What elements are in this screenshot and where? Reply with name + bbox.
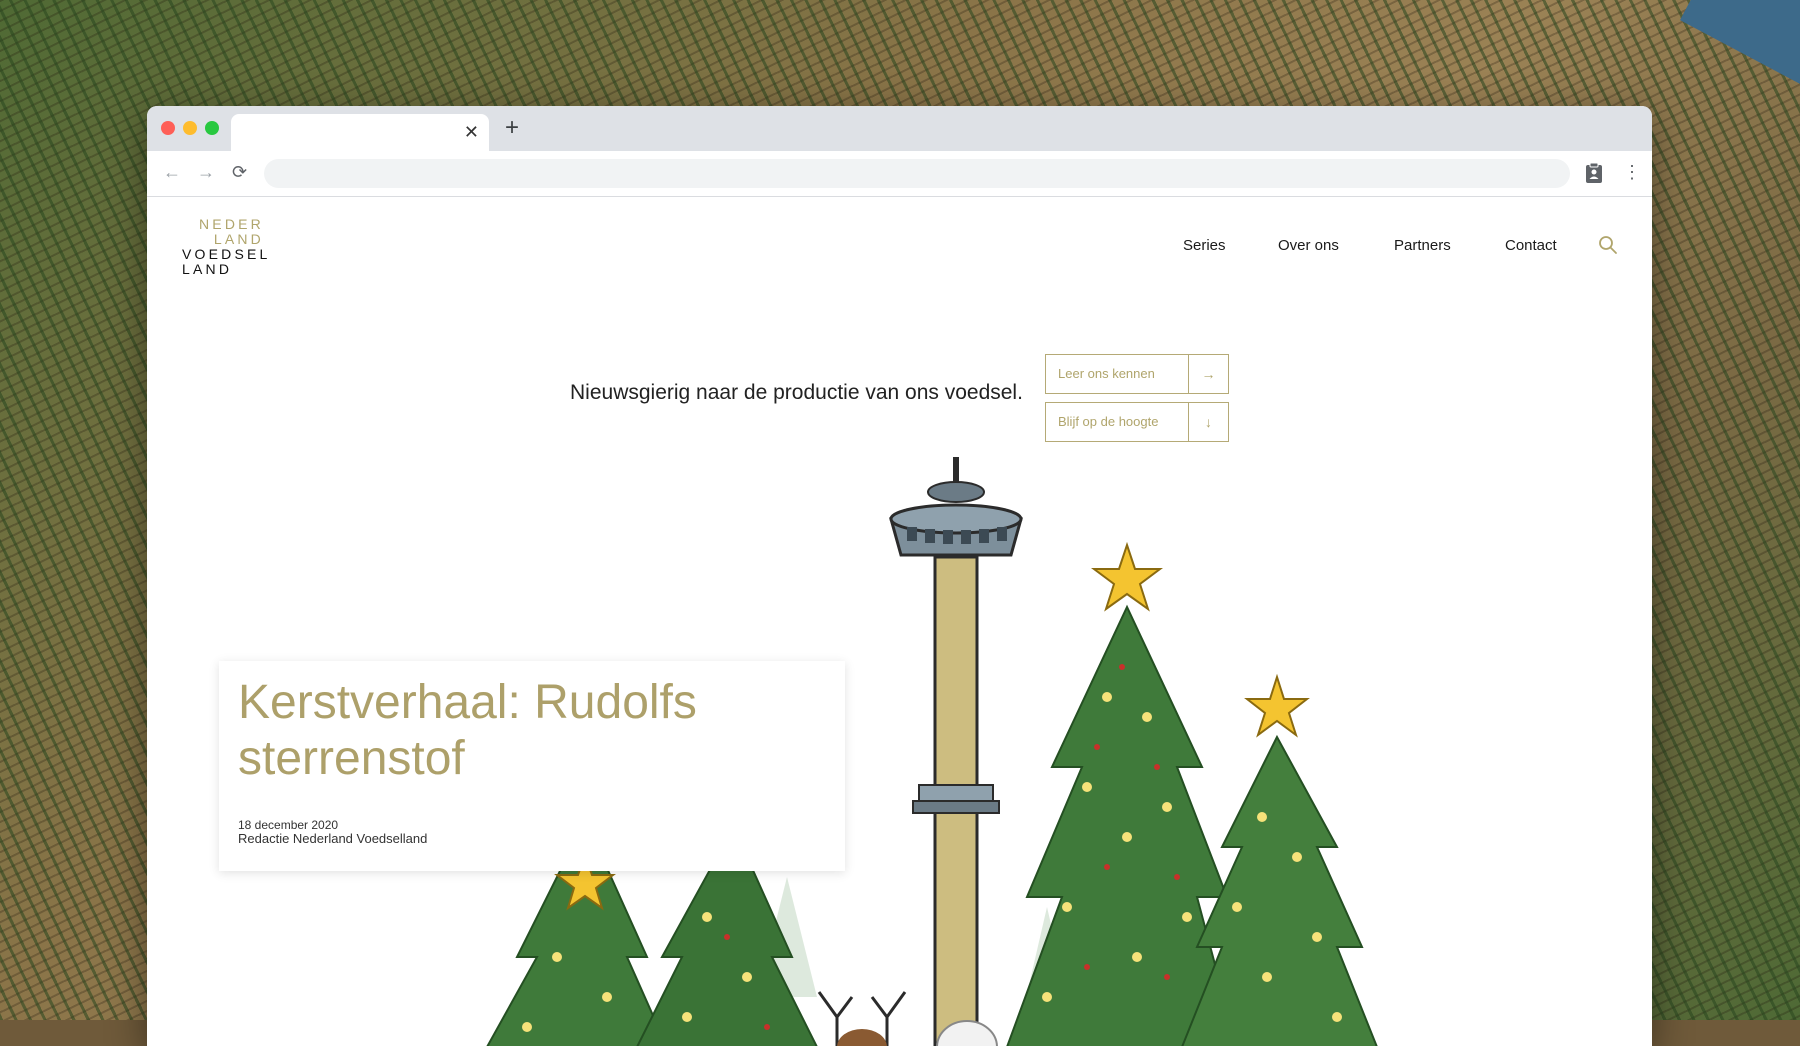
browser-tab[interactable]: ✕ [231, 114, 489, 151]
nav-link-contact[interactable]: Contact [1505, 237, 1557, 254]
window-minimize-button[interactable] [183, 121, 197, 135]
browser-toolbar: ← → ⟳ ⋮ [147, 151, 1652, 197]
clipboard-icon[interactable] [1585, 162, 1603, 184]
forward-arrow-icon[interactable]: → [197, 161, 215, 183]
nav-link-over-ons[interactable]: Over ons [1278, 237, 1339, 254]
nav-link-partners[interactable]: Partners [1394, 237, 1451, 254]
kebab-menu-icon[interactable]: ⋮ [1623, 161, 1641, 183]
christmas-tree-center-left [636, 856, 818, 1046]
main-navigation: Series Over ons Partners Contact [147, 237, 1652, 261]
euromast-tower [889, 457, 1023, 1046]
search-icon[interactable] [1598, 235, 1618, 255]
cta-label: Leer ons kennen [1058, 366, 1155, 381]
plus-icon[interactable]: + [505, 115, 519, 141]
article-date: 18 december 2020 [238, 818, 339, 832]
tab-bar: ✕ + [147, 106, 1652, 151]
leer-ons-kennen-button[interactable]: Leer ons kennen → [1045, 354, 1229, 394]
nav-link-series[interactable]: Series [1183, 237, 1226, 254]
window-maximize-button[interactable] [205, 121, 219, 135]
blijf-op-de-hoogte-button[interactable]: Blijf op de hoogte ↓ [1045, 402, 1229, 442]
window-close-button[interactable] [161, 121, 175, 135]
featured-article-card[interactable]: Kerstverhaal: Rudolfs sterrenstof 18 dec… [219, 661, 845, 871]
article-author: Redactie Nederland Voedselland [238, 831, 428, 846]
arrow-down-icon: ↓ [1188, 403, 1228, 441]
cta-label: Blijf op de hoogte [1058, 414, 1159, 429]
christmas-tree-left [486, 851, 668, 1046]
arrow-right-icon: → [1188, 355, 1228, 393]
close-icon[interactable]: ✕ [464, 122, 479, 142]
hero-tagline: Nieuwsgierig naar de productie van ons v… [570, 381, 1023, 404]
web-page: NEDER LAND VOEDSEL LAND Series Over ons … [147, 197, 1652, 1046]
back-arrow-icon[interactable]: ← [163, 161, 181, 183]
browser-window: ✕ + ← → ⟳ ⋮ NEDER LAND VOEDSEL LAND Seri… [147, 106, 1652, 1046]
address-bar[interactable] [264, 159, 1570, 188]
reindeer-head [837, 1029, 887, 1046]
logo-line-neder: NEDER [198, 216, 264, 232]
article-title: Kerstverhaal: Rudolfs sterrenstof [238, 676, 697, 785]
logo-line-land-2: LAND [182, 261, 233, 277]
christmas-tree-right [1006, 541, 1238, 1046]
reload-icon[interactable]: ⟳ [232, 161, 247, 183]
